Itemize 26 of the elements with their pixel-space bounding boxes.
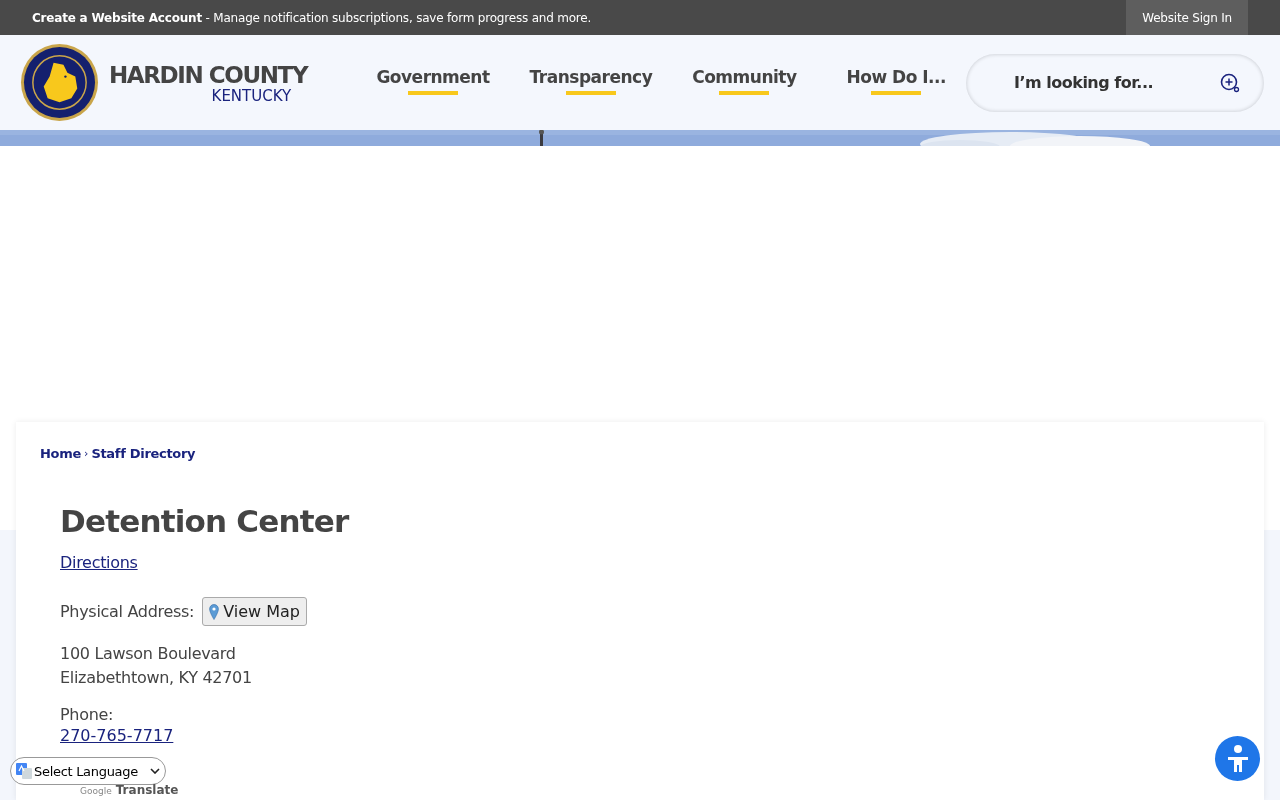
translate-label: Translate [115,784,179,797]
chevron-down-icon [150,768,160,774]
language-select[interactable]: Select Language [10,757,166,785]
view-map-button[interactable]: View Map [202,597,307,626]
address-label: Physical Address: [60,602,195,621]
breadcrumb-link[interactable]: Staff Directory [91,446,196,461]
breadcrumb-separator: › [84,447,89,460]
county-seal-icon[interactable] [20,43,99,122]
address-line: 100 Lawson Boulevard [60,643,237,665]
person-icon [1225,744,1250,773]
county-name: HARDIN COUNTY [109,61,308,88]
sign-in-button[interactable]: Website Sign In [1126,0,1248,35]
phone-link[interactable]: 270-765-7717 [60,726,174,745]
map-pin-icon [209,603,220,620]
breadcrumb-link[interactable]: Home [40,446,81,461]
create-account-link[interactable]: Create a Website Account [32,10,202,25]
search-icon[interactable] [1220,72,1240,93]
translate-icon [16,763,32,779]
search-field[interactable]: I’m looking for... [966,53,1264,112]
account-banner-text: Create a Website Account - Manage notification subscriptions, save form progress and more. [32,10,592,25]
address-line: Elizabethtown, KY 42701 [60,667,252,689]
page-title: Detention Center [60,503,349,539]
state-name: KENTUCKY [211,87,293,104]
phone-label: Phone: [60,705,114,724]
directions-link[interactable]: Directions [60,553,138,572]
google-logo-text: Google [80,785,112,798]
